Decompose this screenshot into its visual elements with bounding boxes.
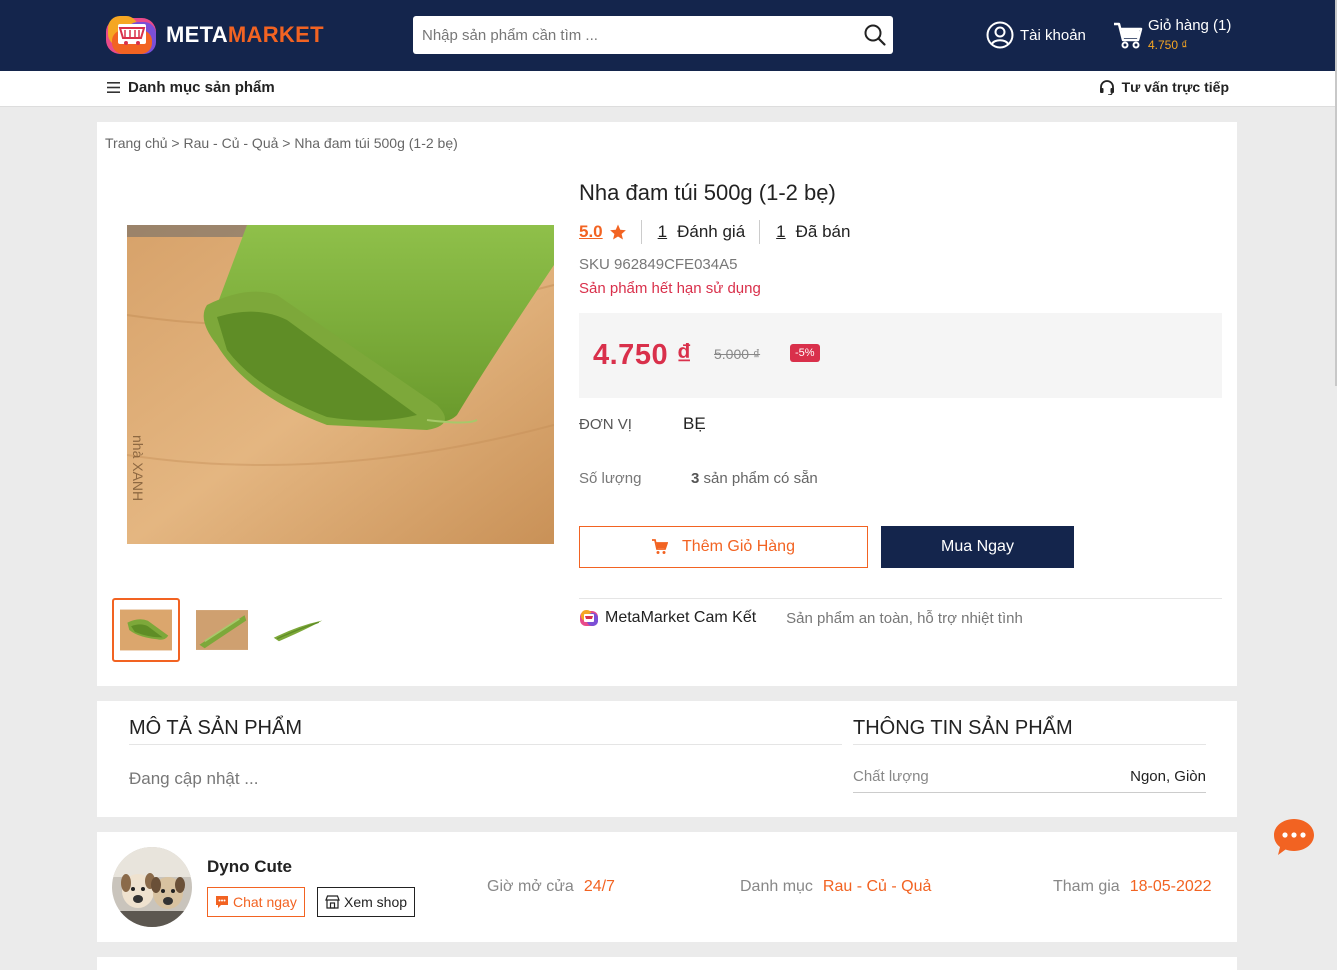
expired-notice: Sản phẩm hết hạn sử dụng xyxy=(579,280,761,297)
brand-part-market: MARKET xyxy=(227,22,324,47)
commitment-description: Sản phẩm an toàn, hỗ trợ nhiệt tình xyxy=(786,609,1023,627)
cart-link[interactable]: Giỏ hàng (1) 4.750 ₫ xyxy=(1113,16,1243,56)
category-label: Danh mục xyxy=(740,878,813,895)
thumbnail-strip xyxy=(112,598,340,662)
quality-value: Ngon, Giòn xyxy=(1130,768,1206,785)
user-icon xyxy=(986,21,1014,49)
consult-label: Tư vấn trực tiếp xyxy=(1121,79,1229,95)
view-shop-label: Xem shop xyxy=(344,894,408,910)
description-title: MÔ TẢ SẢN PHẨM xyxy=(129,717,302,739)
description-text: Đang cập nhật ... xyxy=(129,769,259,788)
quantity-label: Số lượng xyxy=(579,470,642,487)
thumbnail-1[interactable] xyxy=(112,598,180,662)
divider xyxy=(579,598,1222,599)
stock-info: 3 sản phẩm có sẵn xyxy=(691,470,818,487)
thumbnail-3[interactable] xyxy=(264,598,332,662)
live-consult-link[interactable]: Tư vấn trực tiếp xyxy=(1099,79,1229,95)
search-icon[interactable] xyxy=(863,23,887,47)
categories-menu[interactable]: Danh mục sản phẩm xyxy=(107,79,275,96)
shop-name[interactable]: Dyno Cute xyxy=(207,857,292,877)
headset-icon xyxy=(1099,80,1114,95)
brand-name[interactable]: METAMARKET xyxy=(166,22,324,48)
add-to-cart-label: Thêm Giỏ Hàng xyxy=(682,538,795,555)
shop-joined: Tham gia 18-05-2022 xyxy=(1053,878,1212,896)
logo-icon[interactable] xyxy=(104,12,160,58)
chat-icon xyxy=(216,896,228,908)
divider xyxy=(640,220,642,244)
shop-category: Danh mục Rau - Củ - Quả xyxy=(740,878,931,896)
stock-text: sản phẩm có sẵn xyxy=(703,470,818,487)
cart-add-icon xyxy=(652,539,669,554)
sold-label: Đã bán xyxy=(795,222,851,241)
shop-card: Dyno Cute Chat ngay Xem shop Giờ mở cửa 2… xyxy=(97,832,1237,942)
buy-now-button[interactable]: Mua Ngay xyxy=(881,526,1074,568)
svg-text:nhà XANH: nhà XANH xyxy=(130,435,146,501)
chat-bubble-icon[interactable] xyxy=(1272,816,1316,860)
price-box: 4.750 ₫ 5.000 ₫ -5% xyxy=(579,313,1222,398)
menu-icon xyxy=(107,82,120,93)
joined-label: Tham gia xyxy=(1053,878,1120,895)
breadcrumb[interactable]: Trang chủ > Rau - Củ - Quả > Nha đam túi… xyxy=(105,135,458,151)
original-price: 5.000 ₫ xyxy=(714,346,761,362)
commitment-row: MetaMarket Cam Kết Sản phẩm an toàn, hỗ … xyxy=(579,609,1023,627)
rating-value[interactable]: 5.0 xyxy=(579,222,603,242)
top-header: METAMARKET Tài khoản Giỏ hàng (1) 4.750 … xyxy=(0,0,1337,71)
divider xyxy=(129,744,842,745)
shop-hours: Giờ mở cửa 24/7 xyxy=(487,878,615,896)
product-info-title: THÔNG TIN SẢN PHẨM xyxy=(853,717,1073,739)
add-to-cart-button[interactable]: Thêm Giỏ Hàng xyxy=(579,526,868,568)
category-value[interactable]: Rau - Củ - Quả xyxy=(823,878,931,895)
nav-bar: Danh mục sản phẩm Tư vấn trực tiếp xyxy=(0,71,1337,107)
commitment-title: MetaMarket Cam Kết xyxy=(605,609,757,626)
current-price: 4.750 ₫ xyxy=(593,339,693,371)
view-shop-button[interactable]: Xem shop xyxy=(317,887,416,917)
unit-label: ĐƠN VỊ xyxy=(579,416,632,433)
product-title: Nha đam túi 500g (1-2 bẹ) xyxy=(579,180,836,205)
next-section-card xyxy=(97,957,1237,970)
product-main-image[interactable]: nhà XANH xyxy=(127,225,554,544)
thumbnail-2[interactable] xyxy=(188,598,256,662)
shop-avatar[interactable] xyxy=(112,847,192,927)
description-card: MÔ TẢ SẢN PHẨM Đang cập nhật ... THÔNG T… xyxy=(97,701,1237,817)
account-label: Tài khoản xyxy=(1020,26,1086,44)
divider xyxy=(853,792,1206,793)
cart-label: Giỏ hàng (1) xyxy=(1148,17,1232,34)
categories-label: Danh mục sản phẩm xyxy=(128,79,275,96)
chat-now-button[interactable]: Chat ngay xyxy=(207,887,305,917)
joined-value: 18-05-2022 xyxy=(1129,878,1212,895)
reviews-count[interactable]: 1 xyxy=(658,222,667,242)
stock-number: 3 xyxy=(691,470,700,487)
hours-label: Giờ mở cửa xyxy=(487,878,574,895)
account-link[interactable]: Tài khoản xyxy=(986,20,1086,50)
shop-icon xyxy=(325,895,340,909)
search-box xyxy=(413,16,893,54)
divider xyxy=(853,744,1206,745)
cart-total: 4.750 ₫ xyxy=(1148,38,1188,52)
quality-label: Chất lượng xyxy=(853,768,929,785)
cart-icon xyxy=(1114,22,1143,49)
search-input[interactable] xyxy=(413,16,853,54)
star-icon xyxy=(609,224,626,240)
hours-value: 24/7 xyxy=(583,878,615,895)
logo-icon xyxy=(580,610,598,626)
unit-value[interactable]: BẸ xyxy=(683,414,706,434)
sold-count: 1 xyxy=(776,222,786,241)
rating-row: 5.0 1 Đánh giá 1 Đã bán xyxy=(579,218,850,246)
divider xyxy=(759,220,761,244)
product-sku: SKU 962849CFE034A5 xyxy=(579,256,738,273)
discount-badge: -5% xyxy=(790,344,820,362)
product-card: Trang chủ > Rau - Củ - Quả > Nha đam túi… xyxy=(97,122,1237,686)
chat-now-label: Chat ngay xyxy=(233,894,297,910)
reviews-label: Đánh giá xyxy=(677,222,746,241)
brand-part-meta: META xyxy=(166,22,228,47)
